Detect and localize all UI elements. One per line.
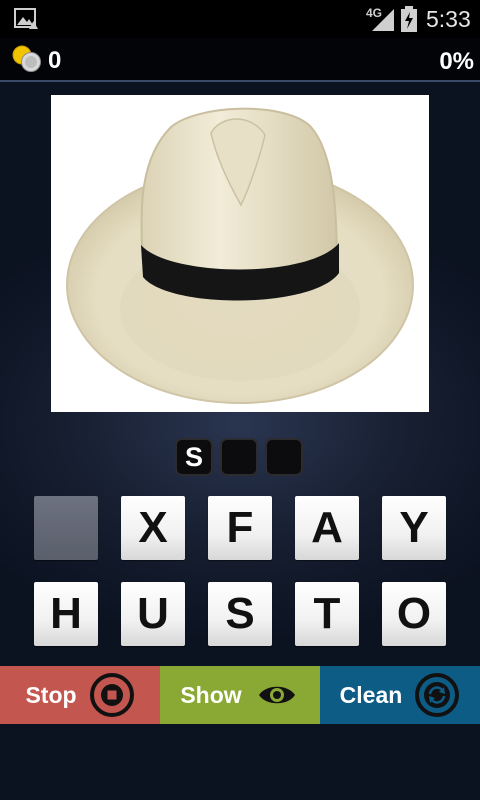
letter-tile[interactable]: O [382, 582, 446, 646]
panama-hat-image [66, 107, 414, 404]
status-bar: 4G 5:33 [0, 0, 480, 38]
answer-slot[interactable] [220, 438, 258, 476]
letter-tile[interactable]: U [121, 582, 185, 646]
stop-circle-icon [89, 673, 134, 717]
answer-row: S [175, 438, 303, 476]
clean-button[interactable]: Clean [320, 666, 480, 724]
coins-icon [12, 45, 41, 72]
game-area: S X F A Y H U S T O [0, 84, 480, 666]
progress-percent: 0% [439, 48, 474, 75]
refresh-icon [415, 673, 460, 717]
letter-tile[interactable]: S [208, 582, 272, 646]
stop-label: Stop [25, 681, 77, 708]
clean-label: Clean [339, 681, 403, 708]
footer-area [0, 724, 480, 800]
letter-tile-used [34, 496, 98, 560]
letter-tile[interactable]: T [295, 582, 359, 646]
stop-button[interactable]: Stop [0, 666, 160, 724]
show-label: Show [180, 681, 242, 708]
letter-tile[interactable]: H [34, 582, 98, 646]
action-bar: Stop Show Clean [0, 666, 480, 724]
letter-grid: X F A Y H U S T O [34, 496, 446, 646]
coins-count: 0 [48, 47, 62, 74]
letter-tile[interactable]: X [121, 496, 185, 560]
clock: 5:33 [426, 6, 471, 32]
image-notification-icon [14, 8, 38, 29]
answer-slot[interactable]: S [175, 438, 213, 476]
letter-tile[interactable]: A [295, 496, 359, 560]
show-button[interactable]: Show [160, 666, 320, 724]
eye-icon [258, 686, 295, 704]
battery-charging-icon [401, 6, 417, 32]
info-bar: 0 0% [0, 38, 480, 82]
letter-tile[interactable]: F [208, 496, 272, 560]
answer-slot[interactable] [265, 438, 303, 476]
letter-tile[interactable]: Y [382, 496, 446, 560]
puzzle-picture [51, 95, 429, 412]
signal-icon [372, 9, 394, 31]
